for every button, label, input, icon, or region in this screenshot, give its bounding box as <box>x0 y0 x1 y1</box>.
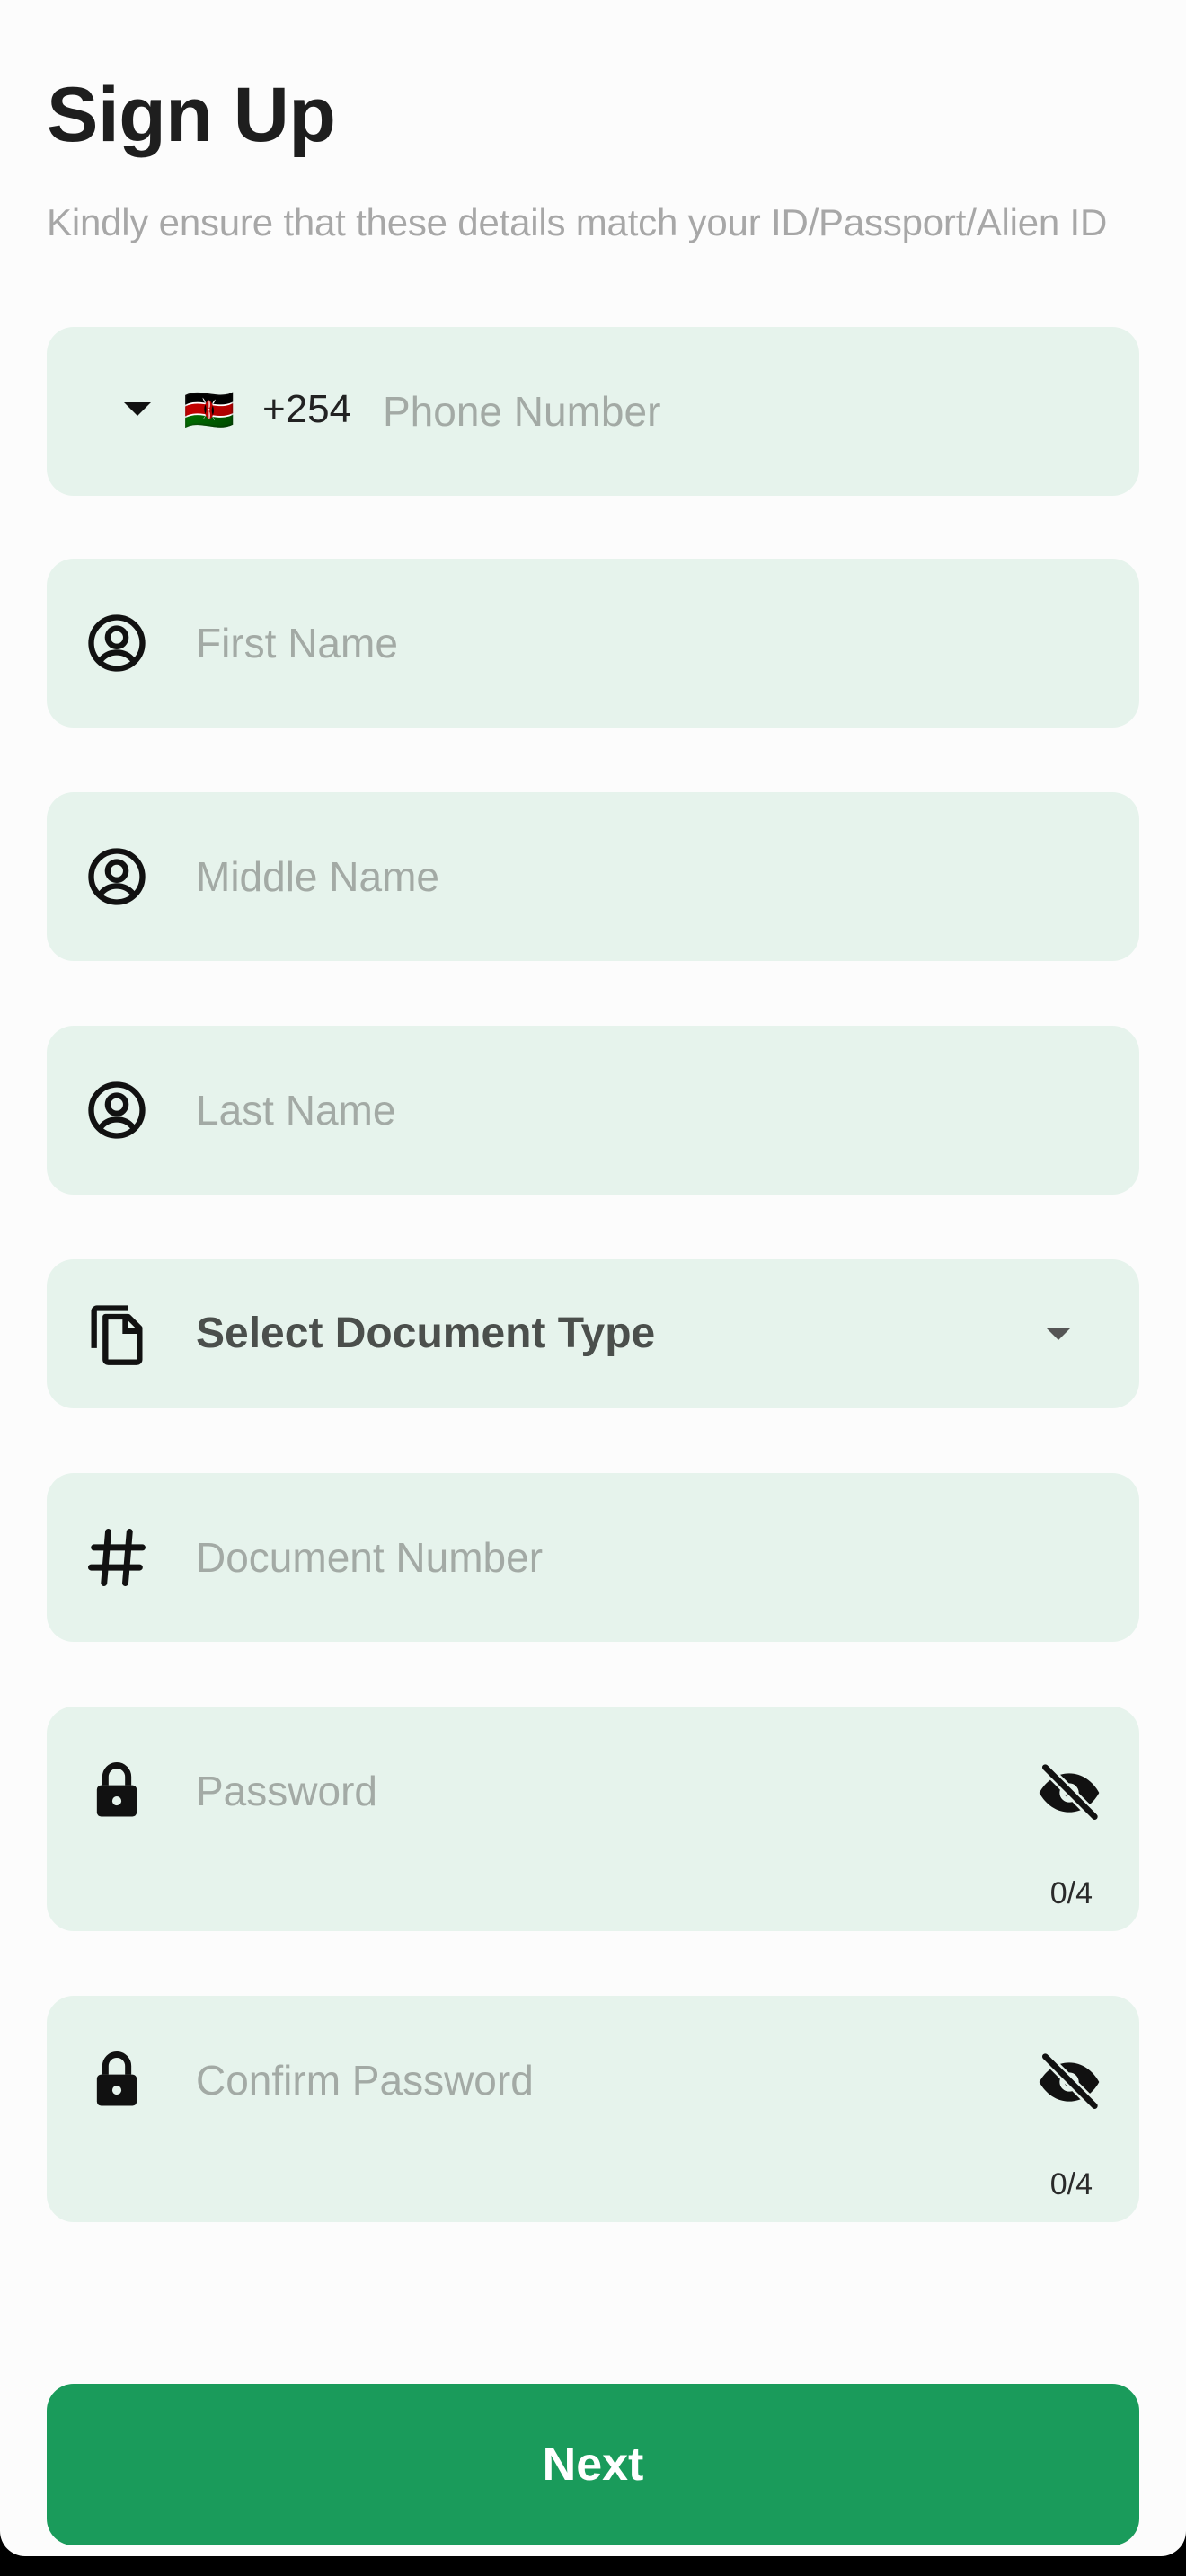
middle-name-input[interactable] <box>196 851 1005 902</box>
confirm-password-input[interactable] <box>196 2055 879 2105</box>
country-flag[interactable]: 🇰🇪 <box>183 384 235 435</box>
eye-off-icon[interactable] <box>1033 2046 1105 2118</box>
document-number-field[interactable] <box>47 1473 1139 1642</box>
phone-number-field[interactable]: 🇰🇪 +254 <box>47 327 1139 496</box>
eye-off-icon[interactable] <box>1033 1757 1105 1829</box>
page-title: Sign Up <box>47 72 336 158</box>
document-number-input[interactable] <box>196 1532 1005 1583</box>
file-copy-icon <box>83 1300 151 1368</box>
first-name-field[interactable] <box>47 559 1139 728</box>
signup-screen: Sign Up Kindly ensure that these details… <box>0 0 1186 2556</box>
hash-icon <box>83 1523 151 1592</box>
lock-icon <box>83 2046 151 2114</box>
account-circle-icon <box>83 1076 151 1144</box>
country-code[interactable]: +254 <box>262 384 351 435</box>
last-name-field[interactable] <box>47 1026 1139 1195</box>
account-circle-icon <box>83 842 151 911</box>
document-type-label: Select Document Type <box>196 1310 656 1357</box>
password-char-counter: 0/4 <box>1049 1876 1093 1910</box>
page-subtitle: Kindly ensure that these details match y… <box>47 201 1108 243</box>
document-type-select[interactable]: Select Document Type <box>47 1259 1139 1408</box>
last-name-input[interactable] <box>196 1085 1005 1135</box>
lock-icon <box>83 1757 151 1825</box>
middle-name-field[interactable] <box>47 792 1139 961</box>
phone-number-input[interactable] <box>383 386 1084 437</box>
confirm-password-field[interactable]: 0/4 <box>47 1996 1139 2222</box>
country-dropdown-caret-icon[interactable] <box>124 402 151 416</box>
next-button[interactable]: Next <box>47 2384 1139 2545</box>
first-name-input[interactable] <box>196 618 1005 668</box>
password-input[interactable] <box>196 1766 879 1816</box>
account-circle-icon <box>83 609 151 677</box>
confirm-password-char-counter: 0/4 <box>1049 2167 1093 2201</box>
caret-down-icon[interactable] <box>1046 1328 1071 1340</box>
password-field[interactable]: 0/4 <box>47 1707 1139 1931</box>
